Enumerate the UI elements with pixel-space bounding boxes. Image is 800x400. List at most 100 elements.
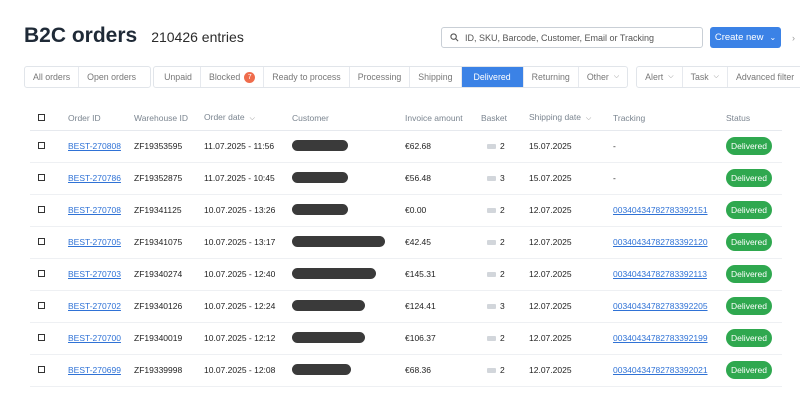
checkbox-icon[interactable] — [38, 174, 45, 181]
order-id-link[interactable]: BEST-270700 — [68, 333, 121, 343]
checkbox-icon[interactable] — [38, 142, 45, 149]
table-row[interactable]: BEST-270705 ZF19341075 10.07.2025 - 13:17 €… — [30, 226, 782, 259]
warehouse-id: ZF19340019 — [134, 322, 204, 355]
row-select[interactable] — [30, 130, 68, 163]
row-select[interactable] — [30, 226, 68, 259]
tab-delivered[interactable]: Delivered — [461, 67, 524, 87]
row-select[interactable] — [30, 162, 68, 195]
order-id-link[interactable]: BEST-270705 — [68, 237, 121, 247]
tab-task[interactable]: Task ⌵ — [683, 67, 728, 87]
basket-cell: 2 — [481, 226, 529, 259]
chevron-down-icon: ⌵ — [713, 73, 719, 80]
tab-label: Blocked — [208, 72, 241, 82]
basket-cell: 3 — [481, 162, 529, 195]
col-tracking[interactable]: Tracking — [613, 106, 726, 131]
table-row[interactable]: BEST-270808 ZF19353595 11.07.2025 - 11:56 €… — [30, 130, 782, 163]
col-basket[interactable]: Basket — [481, 106, 529, 131]
tab-alert[interactable]: Alert ⌵ — [637, 67, 683, 87]
checkbox-icon[interactable] — [38, 238, 45, 245]
orders-table: Order ID Warehouse ID Order date ⌵ Custom… — [30, 106, 782, 387]
status-badge: Delivered — [726, 361, 772, 379]
basket-count: 2 — [500, 269, 505, 280]
search-icon — [450, 33, 459, 42]
table-row[interactable]: BEST-270786 ZF19352875 11.07.2025 - 10:45 €… — [30, 162, 782, 195]
search-input[interactable] — [465, 32, 695, 43]
basket-icon — [487, 239, 496, 245]
table-row[interactable]: BEST-270700 ZF19340019 10.07.2025 - 12:12 €… — [30, 322, 782, 355]
tracking-link[interactable]: 00340434782783392205 — [613, 301, 708, 311]
invoice-amount: €62.68 — [405, 130, 481, 163]
col-label: Order date — [204, 112, 245, 123]
invoice-amount: €0.00 — [405, 194, 481, 227]
col-customer[interactable]: Customer — [292, 106, 405, 131]
tab-label: Open orders — [87, 72, 137, 82]
chevron-down-icon: ⌵ — [249, 115, 255, 123]
row-select[interactable] — [30, 322, 68, 355]
order-id-link[interactable]: BEST-270808 — [68, 141, 121, 151]
select-all-checkbox[interactable] — [30, 106, 68, 131]
checkbox-icon[interactable] — [38, 206, 45, 213]
tab-processing[interactable]: Processing — [350, 67, 411, 87]
tab-all-orders[interactable]: All orders — [25, 67, 80, 87]
tab-group-tools: Alert ⌵ Task ⌵ Advanced filter — [636, 66, 800, 88]
checkbox-icon[interactable] — [38, 366, 45, 373]
row-select[interactable] — [30, 290, 68, 323]
customer-redacted — [292, 299, 365, 311]
col-warehouse-id[interactable]: Warehouse ID — [134, 106, 204, 131]
tab-label: Other — [586, 72, 609, 82]
tab-other[interactable]: Other ⌵ — [579, 67, 627, 87]
tab-shipping[interactable]: Shipping — [410, 67, 462, 87]
tab-group-status: Unpaid Blocked 7 Ready to process Process… — [153, 66, 629, 88]
order-id-link[interactable]: BEST-270703 — [68, 269, 121, 279]
status-badge: Delivered — [726, 233, 772, 251]
table-header-row: Order ID Warehouse ID Order date ⌵ Custom… — [30, 106, 782, 131]
checkbox-icon[interactable] — [38, 334, 45, 341]
table-row[interactable]: BEST-270699 ZF19339998 10.07.2025 - 12:08 €… — [30, 354, 782, 387]
tab-label: Advanced filter — [735, 72, 795, 82]
warehouse-id: ZF19340274 — [134, 258, 204, 291]
tab-unpaid[interactable]: Unpaid — [154, 67, 201, 87]
col-shipping-date[interactable]: Shipping date ⌵ — [529, 106, 613, 131]
basket-icon — [487, 175, 496, 181]
tracking-link[interactable]: 00340434782783392120 — [613, 237, 708, 247]
checkbox-icon[interactable] — [38, 113, 45, 121]
order-id-link[interactable]: BEST-270786 — [68, 173, 121, 183]
checkbox-icon[interactable] — [38, 270, 45, 277]
basket-count: 3 — [500, 301, 505, 312]
tab-advanced-filter[interactable]: Advanced filter — [728, 67, 800, 87]
col-order-id[interactable]: Order ID — [68, 106, 134, 131]
basket-count: 2 — [500, 333, 505, 344]
warehouse-id: ZF19341075 — [134, 226, 204, 259]
tracking-link[interactable]: 00340434782783392151 — [613, 205, 708, 215]
customer-redacted — [292, 203, 348, 215]
row-select[interactable] — [30, 354, 68, 387]
customer-redacted — [292, 331, 365, 343]
col-invoice-amount[interactable]: Invoice amount — [405, 106, 481, 131]
tracking-link[interactable]: 00340434782783392113 — [613, 269, 707, 279]
tracking-link[interactable]: 00340434782783392199 — [613, 333, 708, 343]
order-id-link[interactable]: BEST-270708 — [68, 205, 121, 215]
table-row[interactable]: BEST-270703 ZF19340274 10.07.2025 - 12:40 €… — [30, 258, 782, 291]
order-id-link[interactable]: BEST-270702 — [68, 301, 121, 311]
basket-count: 2 — [500, 365, 505, 376]
create-new-button[interactable]: Create new ⌄ — [710, 27, 781, 48]
col-order-date[interactable]: Order date ⌵ — [204, 106, 292, 131]
tab-returning[interactable]: Returning — [524, 67, 579, 87]
tracking-link: - — [613, 141, 616, 151]
search-box[interactable] — [441, 27, 703, 48]
row-select[interactable] — [30, 258, 68, 291]
table-row[interactable]: BEST-270708 ZF19341125 10.07.2025 - 13:26 €… — [30, 194, 782, 227]
tab-blocked[interactable]: Blocked 7 — [201, 67, 265, 87]
warehouse-id: ZF19352875 — [134, 162, 204, 195]
checkbox-icon[interactable] — [38, 302, 45, 309]
tab-ready-to-process[interactable]: Ready to process — [264, 67, 350, 87]
invoice-amount: €42.45 — [405, 226, 481, 259]
tab-label: Task — [690, 72, 709, 82]
row-select[interactable] — [30, 194, 68, 227]
col-status[interactable]: Status — [726, 106, 782, 131]
table-row[interactable]: BEST-270702 ZF19340126 10.07.2025 - 12:24 €… — [30, 290, 782, 323]
tracking-link[interactable]: 00340434782783392021 — [613, 365, 708, 375]
tab-open-orders[interactable]: Open orders — [79, 67, 150, 87]
order-id-link[interactable]: BEST-270699 — [68, 365, 121, 375]
chevron-right-icon[interactable]: › — [792, 33, 795, 43]
